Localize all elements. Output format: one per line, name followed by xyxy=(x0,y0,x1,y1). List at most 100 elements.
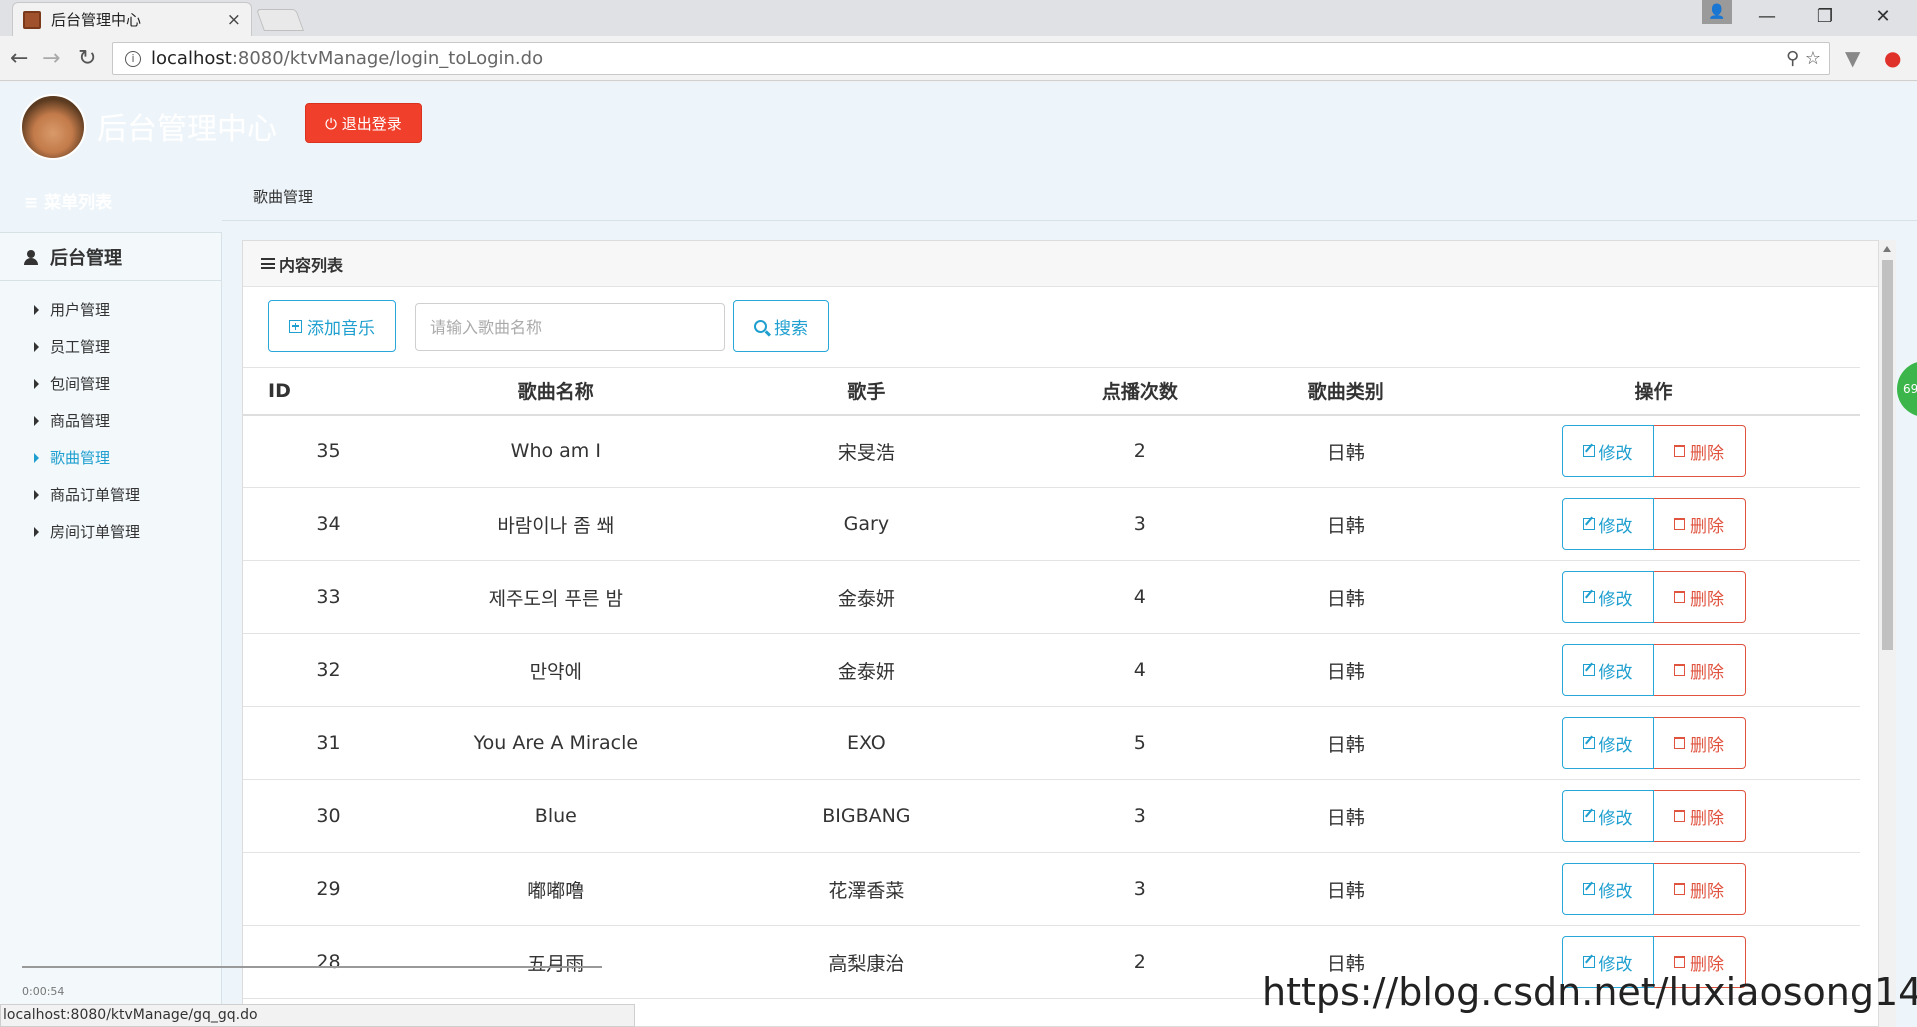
caret-right-icon xyxy=(34,452,39,463)
trash-icon xyxy=(1674,591,1685,603)
sidebar-item-label: 房间订单管理 xyxy=(50,523,141,541)
edit-button[interactable]: 修改 xyxy=(1561,425,1654,478)
cell-song-name: 嘟嘟噜 xyxy=(527,879,585,902)
plus-square-icon xyxy=(289,319,302,333)
browser-toolbar: ← → ↻ i localhost:8080/ktvManage/login_t… xyxy=(0,36,1917,81)
edit-icon xyxy=(1582,810,1595,822)
caret-right-icon xyxy=(34,489,39,500)
close-window-button[interactable]: ✕ xyxy=(1858,2,1908,32)
new-tab-button[interactable] xyxy=(255,9,305,31)
sidebar-item[interactable]: 包间管理 xyxy=(0,365,221,402)
edit-button[interactable]: 修改 xyxy=(1561,863,1654,915)
cell-singer: 高梨康治 xyxy=(828,952,905,975)
table-row: 35 Who am I 宋旻浩 2 日韩 修改 删除 xyxy=(243,415,1860,488)
edit-button[interactable]: 修改 xyxy=(1561,644,1654,696)
bookmark-star-icon[interactable]: ⚲ ☆ xyxy=(1786,48,1821,69)
cell-category: 日韩 xyxy=(1326,733,1365,756)
table-body: 35 Who am I 宋旻浩 2 日韩 修改 删除 34 바람이나 좀 쐐 Gary 3 日韩 修改删… xyxy=(243,415,1860,999)
minimize-button[interactable]: — xyxy=(1742,2,1792,32)
sidebar-item[interactable]: 歌曲管理 xyxy=(0,439,221,476)
cell-play-count: 2 xyxy=(1133,951,1146,973)
sidebar-heading[interactable]: 后台管理 xyxy=(0,233,221,281)
sidebar-item[interactable]: 房间订单管理 xyxy=(0,513,221,550)
search-button[interactable]: 搜索 xyxy=(733,300,829,352)
add-music-button[interactable]: 添加音乐 xyxy=(268,300,396,352)
app: 后台管理中心 ⏻ 退出登录 ≡ 菜单列表 歌曲管理 后台管理 用户管理员工管理包… xyxy=(0,82,1917,1027)
cell-play-count: 3 xyxy=(1133,513,1146,535)
cell-actions: 修改 删除 xyxy=(1447,853,1860,926)
table-row: 32 만약에 金泰妍 4 日韩 修改 删除 xyxy=(243,634,1860,707)
tab-close-icon[interactable]: × xyxy=(227,10,241,30)
cell-category: 日韩 xyxy=(1326,587,1365,610)
address-bar[interactable]: i localhost:8080/ktvManage/login_toLogin… xyxy=(112,42,1830,75)
panel-header: 内容列表 xyxy=(243,241,1878,287)
sidebar-item-label: 商品订单管理 xyxy=(50,486,141,504)
edit-icon xyxy=(1582,591,1595,603)
row-action-group: 修改 删除 xyxy=(1561,425,1746,478)
trash-icon xyxy=(1674,664,1685,676)
cell-actions: 修改 删除 xyxy=(1447,561,1860,634)
delete-label: 删除 xyxy=(1690,808,1724,829)
video-progress-bar xyxy=(22,966,602,968)
scrollbar[interactable] xyxy=(1879,240,1896,1027)
delete-button[interactable]: 删除 xyxy=(1653,425,1746,478)
edit-icon xyxy=(1582,883,1595,895)
sidebar-item[interactable]: 商品管理 xyxy=(0,402,221,439)
extension-red-icon[interactable]: ● xyxy=(1884,46,1901,70)
cell-singer: 花澤香菜 xyxy=(828,879,905,902)
row-action-group: 修改 删除 xyxy=(1561,571,1746,623)
cell-play-count: 4 xyxy=(1133,586,1146,608)
col-header-play-count[interactable]: 点播次数 xyxy=(1035,368,1244,415)
delete-button[interactable]: 删除 xyxy=(1653,717,1746,769)
edit-label: 修改 xyxy=(1598,808,1633,829)
extension-icon[interactable]: ▼ xyxy=(1845,46,1860,70)
delete-label: 删除 xyxy=(1690,589,1724,610)
avatar xyxy=(20,94,86,160)
edit-label: 修改 xyxy=(1598,516,1633,537)
cell-id: 28 xyxy=(316,951,341,973)
edit-button[interactable]: 修改 xyxy=(1561,498,1654,550)
scroll-up-icon[interactable] xyxy=(1883,246,1891,252)
cell-actions: 修改 删除 xyxy=(1447,707,1860,780)
sidebar-item[interactable]: 商品订单管理 xyxy=(0,476,221,513)
delete-button[interactable]: 删除 xyxy=(1653,790,1746,842)
logout-button[interactable]: ⏻ 退出登录 xyxy=(305,103,422,143)
cell-id: 34 xyxy=(316,513,341,535)
info-icon[interactable]: i xyxy=(125,50,141,67)
scrollbar-thumb[interactable] xyxy=(1882,260,1893,650)
delete-label: 删除 xyxy=(1690,516,1724,537)
delete-label: 删除 xyxy=(1690,735,1724,756)
app-header: 后台管理中心 ⏻ 退出登录 ≡ 菜单列表 歌曲管理 xyxy=(0,82,1917,222)
trash-icon xyxy=(1674,883,1685,895)
forward-button[interactable]: → xyxy=(42,46,60,71)
edit-label: 修改 xyxy=(1598,662,1633,683)
edit-button[interactable]: 修改 xyxy=(1561,717,1654,769)
cell-actions: 修改 删除 xyxy=(1447,488,1860,561)
sidebar-item-label: 员工管理 xyxy=(50,338,111,356)
sidebar-heading-label: 后台管理 xyxy=(50,247,122,269)
edit-button[interactable]: 修改 xyxy=(1561,790,1654,842)
panel-toolbar: 添加音乐 搜索 xyxy=(243,287,1878,367)
col-header-singer[interactable]: 歌手 xyxy=(698,368,1036,415)
col-header-category[interactable]: 歌曲类别 xyxy=(1244,368,1447,415)
col-header-song-name[interactable]: 歌曲名称 xyxy=(414,368,698,415)
browser-tab[interactable]: 后台管理中心 × xyxy=(12,2,252,36)
cell-singer: 宋旻浩 xyxy=(837,441,895,464)
delete-button[interactable]: 删除 xyxy=(1653,498,1746,550)
sidebar-item[interactable]: 员工管理 xyxy=(0,328,221,365)
row-action-group: 修改 删除 xyxy=(1561,498,1746,550)
edit-button[interactable]: 修改 xyxy=(1561,571,1654,623)
table-row: 34 바람이나 좀 쐐 Gary 3 日韩 修改 删除 xyxy=(243,488,1860,561)
delete-button[interactable]: 删除 xyxy=(1653,644,1746,696)
profile-icon[interactable]: 👤 xyxy=(1702,0,1732,24)
reload-button[interactable]: ↻ xyxy=(78,46,96,71)
back-button[interactable]: ← xyxy=(10,46,28,71)
edit-icon xyxy=(1582,518,1595,530)
breadcrumb: 歌曲管理 xyxy=(253,188,314,206)
restore-button[interactable]: ❐ xyxy=(1800,2,1850,32)
sidebar-item-label: 用户管理 xyxy=(50,301,111,319)
sidebar-item[interactable]: 用户管理 xyxy=(0,291,221,328)
delete-button[interactable]: 删除 xyxy=(1653,863,1746,915)
song-search-input[interactable] xyxy=(415,303,725,351)
delete-button[interactable]: 删除 xyxy=(1653,571,1746,623)
